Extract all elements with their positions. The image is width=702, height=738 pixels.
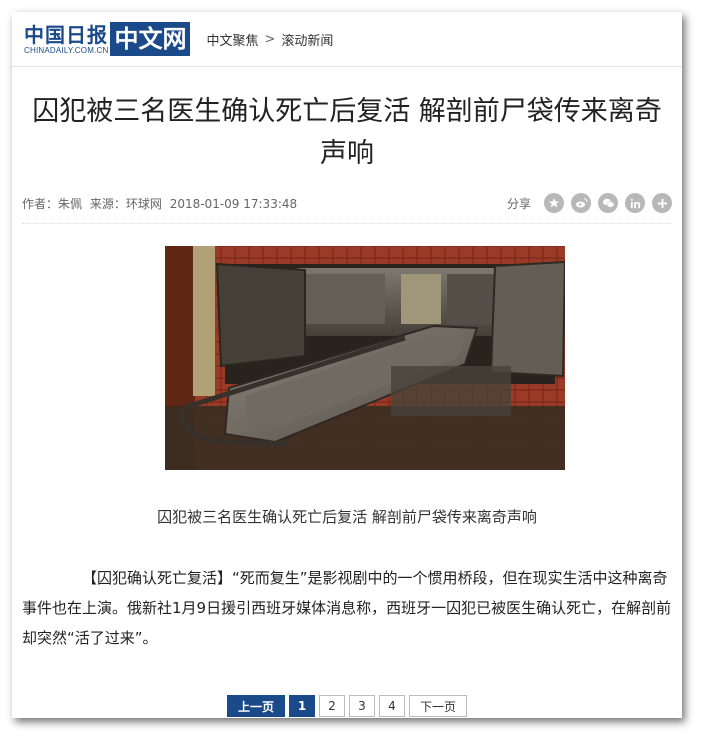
- page-2-button[interactable]: 2: [319, 695, 345, 717]
- article-body: 【囚犯确认死亡复活】“死而复生”是影视剧中的一个惯用桥段，但在现实生活中这种离奇…: [22, 569, 672, 647]
- photo-caption: 囚犯被三名医生确认死亡后复活 解剖前尸袋传来离奇声响: [157, 508, 537, 526]
- logo-section-badge: 中文网: [110, 22, 191, 56]
- logo-chinese-text: 中国日报: [24, 22, 108, 47]
- next-page-button[interactable]: 下一页: [409, 695, 467, 717]
- site-logo[interactable]: 中国日报 CHINADAILY.COM.CN 中文网: [24, 19, 191, 59]
- wechat-icon[interactable]: [598, 193, 618, 213]
- article-photo: [165, 246, 565, 470]
- breadcrumb-link-section[interactable]: 中文聚焦: [206, 30, 258, 49]
- linkedin-icon[interactable]: [625, 193, 645, 213]
- breadcrumb: 中文聚焦 > 滚动新闻: [206, 30, 333, 49]
- page-4-button[interactable]: 4: [379, 695, 405, 717]
- share-bar: 分享: [507, 193, 672, 213]
- morgue-drawer-image: [165, 246, 565, 470]
- page-1-button[interactable]: 1: [289, 695, 315, 717]
- plus-icon[interactable]: [652, 193, 672, 213]
- article-author: 作者：朱佩: [22, 196, 83, 211]
- article-source: 来源：环球网: [89, 196, 162, 211]
- site-header: 中国日报 CHINADAILY.COM.CN 中文网 中文聚焦 > 滚动新闻: [12, 12, 682, 67]
- article-datetime: 2018-01-09 17:33:48: [169, 196, 298, 211]
- article-title: 囚犯被三名医生确认死亡后复活 解剖前尸袋传来离奇声响: [32, 96, 662, 169]
- page-frame: 中国日报 CHINADAILY.COM.CN 中文网 中文聚焦 > 滚动新闻 囚…: [12, 12, 682, 718]
- pagination: 上一页 1 2 3 4 下一页: [12, 695, 682, 717]
- page-3-button[interactable]: 3: [349, 695, 375, 717]
- share-label: 分享: [506, 196, 531, 211]
- article-meta: 作者：朱佩 来源：环球网 2018-01-09 17:33:48 分享: [22, 193, 672, 224]
- logo-english-text: CHINADAILY.COM.CN: [24, 45, 109, 55]
- star-icon[interactable]: [544, 193, 564, 213]
- breadcrumb-separator: >: [264, 31, 276, 47]
- breadcrumb-link-rolling-news[interactable]: 滚动新闻: [281, 30, 333, 49]
- prev-page-button[interactable]: 上一页: [227, 695, 285, 717]
- weibo-icon[interactable]: [571, 193, 591, 213]
